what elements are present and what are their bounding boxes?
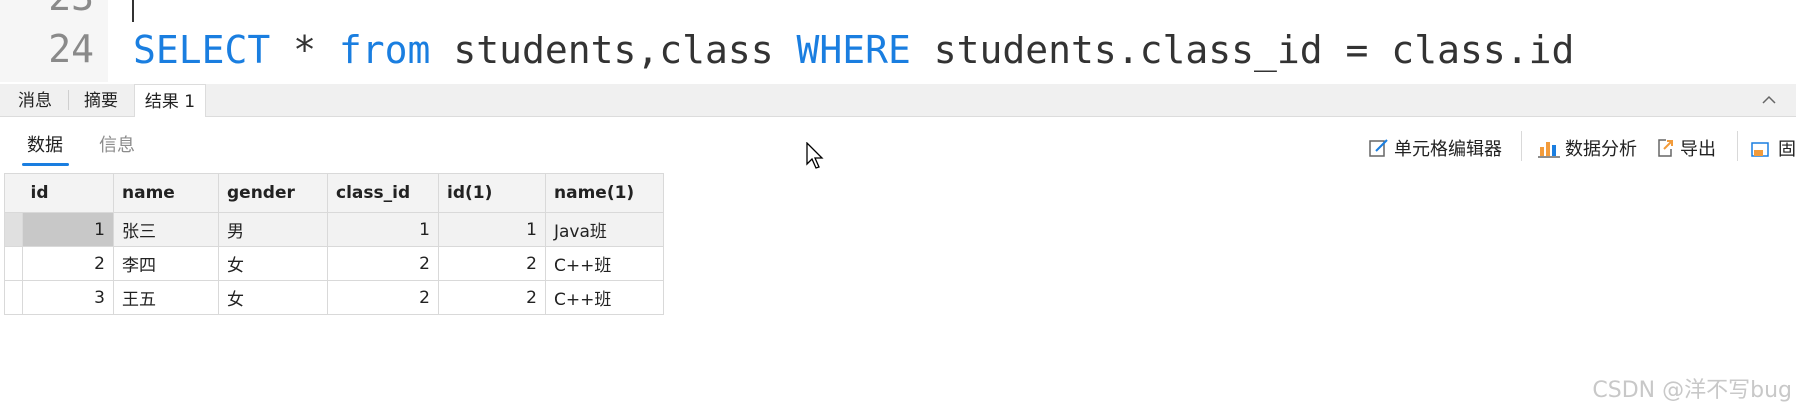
column-header-gender[interactable]: gender: [218, 173, 328, 213]
result-grid[interactable]: id name gender class_id id(1) name(1) 1 …: [4, 173, 664, 315]
export-button[interactable]: 导出: [1654, 135, 1716, 161]
table-row[interactable]: 2 李四 女 2 2 C++班: [4, 246, 664, 281]
tab-summary[interactable]: 摘要: [70, 84, 132, 116]
data-analysis-label: 数据分析: [1565, 139, 1637, 160]
subtab-data[interactable]: 数据: [27, 131, 63, 157]
cell-name[interactable]: 李四: [113, 246, 219, 281]
sql-editor[interactable]: 23 24 SELECT * from students,class WHERE…: [0, 0, 1796, 82]
cell-name[interactable]: 王五: [113, 280, 219, 315]
column-header-name-1[interactable]: name(1): [545, 173, 664, 213]
toolbar-divider: [1521, 131, 1522, 161]
cell-gender[interactable]: 女: [218, 280, 328, 315]
tab-messages[interactable]: 消息: [4, 84, 66, 116]
cell-class-id[interactable]: 2: [327, 280, 439, 315]
cell-gender[interactable]: 女: [218, 246, 328, 281]
sql-text: students.class_id = class.id: [910, 28, 1575, 72]
sql-text: *: [270, 28, 339, 72]
cell-editor-button[interactable]: 单元格编辑器: [1368, 135, 1502, 161]
watermark: CSDN @洋不写bug: [1592, 378, 1792, 403]
pin-label: 固: [1778, 139, 1796, 160]
column-header-id[interactable]: id: [22, 173, 114, 213]
result-toolbar: 数据 信息 单元格编辑器 数据分析 导出 固: [0, 117, 1796, 173]
grid-header-row: id name gender class_id id(1) name(1): [4, 173, 664, 213]
export-label: 导出: [1680, 139, 1716, 160]
export-icon: [1658, 139, 1673, 157]
cell-class-id[interactable]: 2: [327, 246, 439, 281]
sql-keyword: from: [338, 28, 431, 72]
pin-button[interactable]: 固: [1750, 135, 1796, 161]
active-tab-indicator: [22, 163, 69, 166]
pin-grid-icon: [1751, 142, 1769, 157]
tab-result-1[interactable]: 结果 1: [134, 84, 206, 118]
table-row[interactable]: 1 张三 男 1 1 Java班: [4, 212, 664, 247]
cell-id-1[interactable]: 2: [438, 246, 546, 281]
toolbar-divider: [1737, 131, 1738, 161]
cell-name[interactable]: 张三: [113, 212, 219, 247]
column-header-name[interactable]: name: [113, 173, 219, 213]
sql-keyword: SELECT: [133, 28, 271, 72]
text-caret: [132, 0, 134, 22]
column-header-class-id[interactable]: class_id: [327, 173, 439, 213]
cell-name-1[interactable]: C++班: [545, 280, 664, 315]
cell-id[interactable]: 3: [22, 280, 114, 315]
cell-id[interactable]: 2: [22, 246, 114, 281]
cell-class-id[interactable]: 1: [327, 212, 439, 247]
row-selector[interactable]: [4, 212, 23, 247]
sql-keyword: WHERE: [796, 28, 911, 72]
code-line-24[interactable]: SELECT * from students,class WHERE stude…: [133, 28, 1574, 72]
line-number-gutter: 23 24: [0, 0, 108, 82]
data-analysis-button[interactable]: 数据分析: [1537, 135, 1637, 161]
chart-icon: [1538, 142, 1560, 158]
tab-divider: [68, 90, 69, 110]
cell-name-1[interactable]: C++班: [545, 246, 664, 281]
row-selector[interactable]: [4, 280, 23, 315]
cell-name-1[interactable]: Java班: [545, 212, 664, 247]
subtab-info[interactable]: 信息: [99, 131, 135, 157]
mouse-cursor-icon: [806, 142, 824, 169]
cell-id-1[interactable]: 1: [438, 212, 546, 247]
line-number: 23: [48, 0, 94, 16]
column-header-id-1[interactable]: id(1): [438, 173, 546, 213]
result-tab-bar: 消息 摘要 结果 1: [0, 84, 1796, 118]
table-row[interactable]: 3 王五 女 2 2 C++班: [4, 280, 664, 315]
cell-gender[interactable]: 男: [218, 212, 328, 247]
row-selector-header[interactable]: [4, 173, 23, 213]
chevron-up-icon[interactable]: [1762, 93, 1776, 107]
cell-editor-label: 单元格编辑器: [1394, 139, 1502, 160]
cell-id-1[interactable]: 2: [438, 280, 546, 315]
line-number: 24: [48, 27, 94, 71]
sql-text: students,class: [430, 28, 797, 72]
cell-id[interactable]: 1: [22, 212, 114, 247]
edit-icon: [1369, 139, 1388, 157]
row-selector[interactable]: [4, 246, 23, 281]
